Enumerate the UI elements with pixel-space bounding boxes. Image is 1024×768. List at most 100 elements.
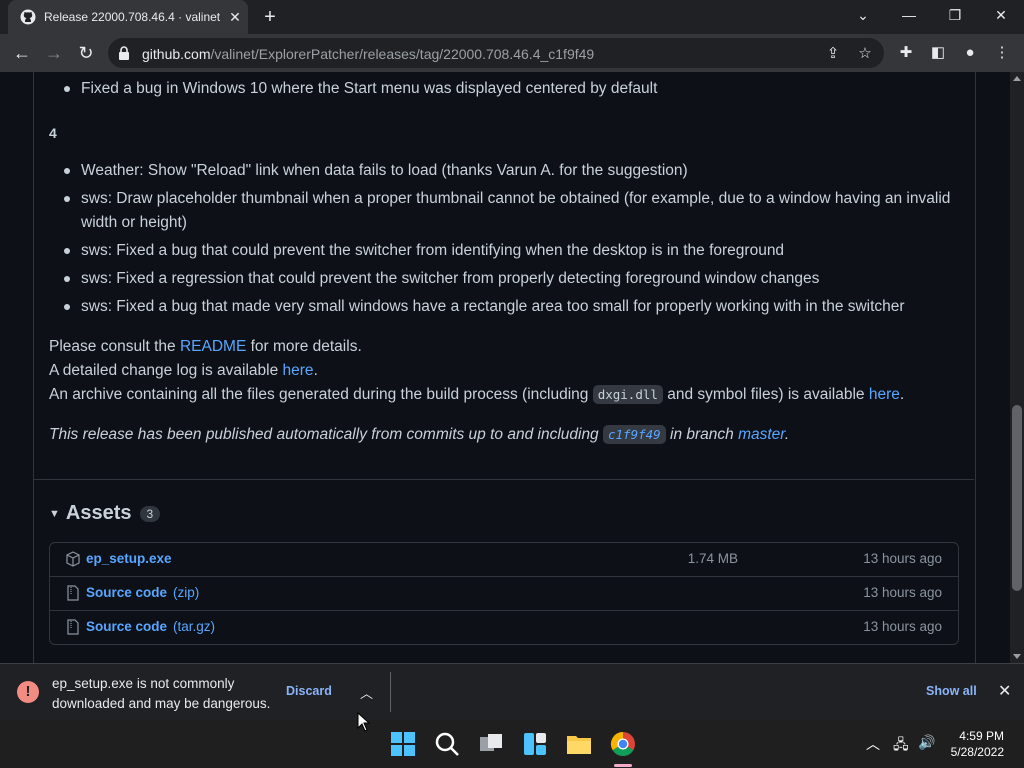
download-warning-text: ep_setup.exe is not commonly downloaded … <box>52 676 271 711</box>
close-icon[interactable]: ✕ <box>998 681 1011 701</box>
taskbar: ︿ 🖧 🔊 4:59 PM 5/28/2022 <box>0 720 1024 768</box>
caret-down-icon: ▼ <box>49 507 60 520</box>
auto-publish-note: This release has been published automati… <box>49 425 790 444</box>
archive-text-end: . <box>899 386 905 403</box>
list-item-text: sws: Fixed a bug that made very small wi… <box>81 298 905 315</box>
minimize-button[interactable]: — <box>886 0 932 32</box>
chevron-up-icon[interactable]: ︿ <box>360 683 373 702</box>
commit-link[interactable]: c1f9f49 <box>603 425 666 444</box>
list-item-text: Fixed a bug in Windows 10 where the Star… <box>81 80 658 97</box>
asset-link[interactable]: Source code (zip) <box>86 585 199 600</box>
changelog-paragraph: A detailed change log is available here. <box>49 362 318 380</box>
readme-link[interactable]: README <box>180 338 246 355</box>
package-icon <box>66 551 80 567</box>
lock-icon <box>119 46 129 60</box>
tab-title: Release 22000.708.46.4 · valinet/E <box>44 10 220 24</box>
close-window-button[interactable]: ✕ <box>978 0 1024 32</box>
clock-date: 5/28/2022 <box>950 745 1004 759</box>
new-tab-button[interactable]: + <box>258 6 282 28</box>
bullet <box>64 196 70 202</box>
changelog-link[interactable]: here <box>283 362 314 379</box>
auto-text-end: . <box>784 426 790 443</box>
chevron-up-icon[interactable]: ︿ <box>866 734 880 754</box>
network-icon[interactable]: 🖧 <box>893 734 909 758</box>
github-icon <box>20 9 36 25</box>
url-text: github.com/valinet/ExplorerPatcher/relea… <box>142 46 594 62</box>
file-zip-icon <box>67 585 79 601</box>
bullet <box>64 86 70 92</box>
assets-toggle[interactable]: ▼ Assets 3 <box>49 502 161 525</box>
menu-icon[interactable]: ⋮ <box>992 43 1012 63</box>
consult-text: Please consult the <box>49 338 180 355</box>
chrome-icon[interactable] <box>607 728 639 760</box>
volume-icon[interactable]: 🔊 <box>918 734 935 751</box>
list-item-text: sws: Draw placeholder thumbnail when a p… <box>81 190 951 231</box>
bullet <box>64 304 70 310</box>
asset-ext[interactable]: (zip) <box>173 585 199 600</box>
list-item: Weather: Show "Reload" link when data fa… <box>64 159 961 183</box>
asset-ext[interactable]: (tar.gz) <box>173 619 215 634</box>
browser-toolbar: ← → ↻ github.com/valinet/ExplorerPatcher… <box>0 34 1024 72</box>
changelog-text-end: . <box>313 362 318 379</box>
file-zip-icon <box>67 619 79 635</box>
bookmark-star-icon[interactable]: ☆ <box>856 45 874 63</box>
consult-text-end: for more details. <box>246 338 362 355</box>
branch-link[interactable]: master <box>738 426 785 443</box>
tab-search-icon[interactable]: ⌄ <box>840 0 886 32</box>
widgets-icon[interactable] <box>519 728 551 760</box>
archive-link[interactable]: here <box>869 386 900 403</box>
bullet <box>64 168 70 174</box>
list-item-text: sws: Fixed a bug that could prevent the … <box>81 242 785 259</box>
list-item-text: sws: Fixed a regression that could preve… <box>81 270 820 287</box>
back-button[interactable]: ← <box>10 41 34 65</box>
tab-close-icon[interactable]: ✕ <box>226 9 244 26</box>
restore-button[interactable]: ❐ <box>932 0 978 32</box>
archive-paragraph: An archive containing all the files gene… <box>49 385 905 404</box>
asset-name[interactable]: ep_setup.exe <box>86 551 172 566</box>
reload-button[interactable]: ↻ <box>74 41 98 65</box>
asset-name[interactable]: Source code <box>86 585 167 600</box>
list-item: Fixed a bug in Windows 10 where the Star… <box>64 77 961 101</box>
clock-time: 4:59 PM <box>959 729 1004 743</box>
list-item: sws: Draw placeholder thumbnail when a p… <box>64 187 961 235</box>
asset-time: 13 hours ago <box>863 619 942 634</box>
assets-list: ep_setup.exe 1.74 MB 13 hours ago Source… <box>49 542 959 645</box>
asset-time: 13 hours ago <box>863 585 942 600</box>
file-explorer-icon[interactable] <box>563 728 595 760</box>
asset-link[interactable]: Source code (tar.gz) <box>86 619 215 634</box>
forward-button[interactable]: → <box>42 41 66 65</box>
address-bar[interactable]: github.com/valinet/ExplorerPatcher/relea… <box>108 38 884 68</box>
list-item: sws: Fixed a bug that could prevent the … <box>64 239 961 263</box>
task-view-icon[interactable] <box>475 728 507 760</box>
extensions-icon[interactable]: ✚ <box>896 43 916 63</box>
mouse-cursor-icon <box>357 712 371 732</box>
auto-text: This release has been published automati… <box>49 426 603 443</box>
scrollbar[interactable] <box>1010 72 1024 663</box>
changelog-text: A detailed change log is available <box>49 362 283 379</box>
scroll-down-icon[interactable] <box>1013 654 1021 659</box>
clock[interactable]: 4:59 PM 5/28/2022 <box>944 728 1004 760</box>
bullet <box>64 248 70 254</box>
scroll-up-icon[interactable] <box>1013 76 1021 81</box>
scrollbar-thumb[interactable] <box>1012 405 1022 591</box>
asset-size: 1.74 MB <box>687 551 738 566</box>
browser-tab[interactable]: Release 22000.708.46.4 · valinet/E ✕ <box>8 0 248 34</box>
asset-row: ep_setup.exe 1.74 MB 13 hours ago <box>50 543 958 576</box>
side-panel-icon[interactable]: ◧ <box>928 43 948 63</box>
assets-title: Assets <box>65 502 132 524</box>
windows-start-icon[interactable] <box>387 728 419 760</box>
asset-link[interactable]: ep_setup.exe <box>86 551 172 566</box>
page-content: Fixed a bug in Windows 10 where the Star… <box>0 72 1010 663</box>
share-icon[interactable]: ⇪ <box>824 45 842 63</box>
discard-button[interactable]: Discard <box>286 684 332 698</box>
download-bar: ! ep_setup.exe is not commonly downloade… <box>0 663 1024 721</box>
asset-name[interactable]: Source code <box>86 619 167 634</box>
bullet <box>64 276 70 282</box>
list-item: sws: Fixed a regression that could preve… <box>64 267 961 291</box>
profile-icon[interactable]: ● <box>960 43 980 63</box>
search-icon[interactable] <box>431 728 463 760</box>
show-all-button[interactable]: Show all <box>926 684 977 698</box>
auto-text-mid: in branch <box>665 426 739 443</box>
dxgi-code: dxgi.dll <box>592 385 663 404</box>
warning-icon: ! <box>17 681 39 703</box>
